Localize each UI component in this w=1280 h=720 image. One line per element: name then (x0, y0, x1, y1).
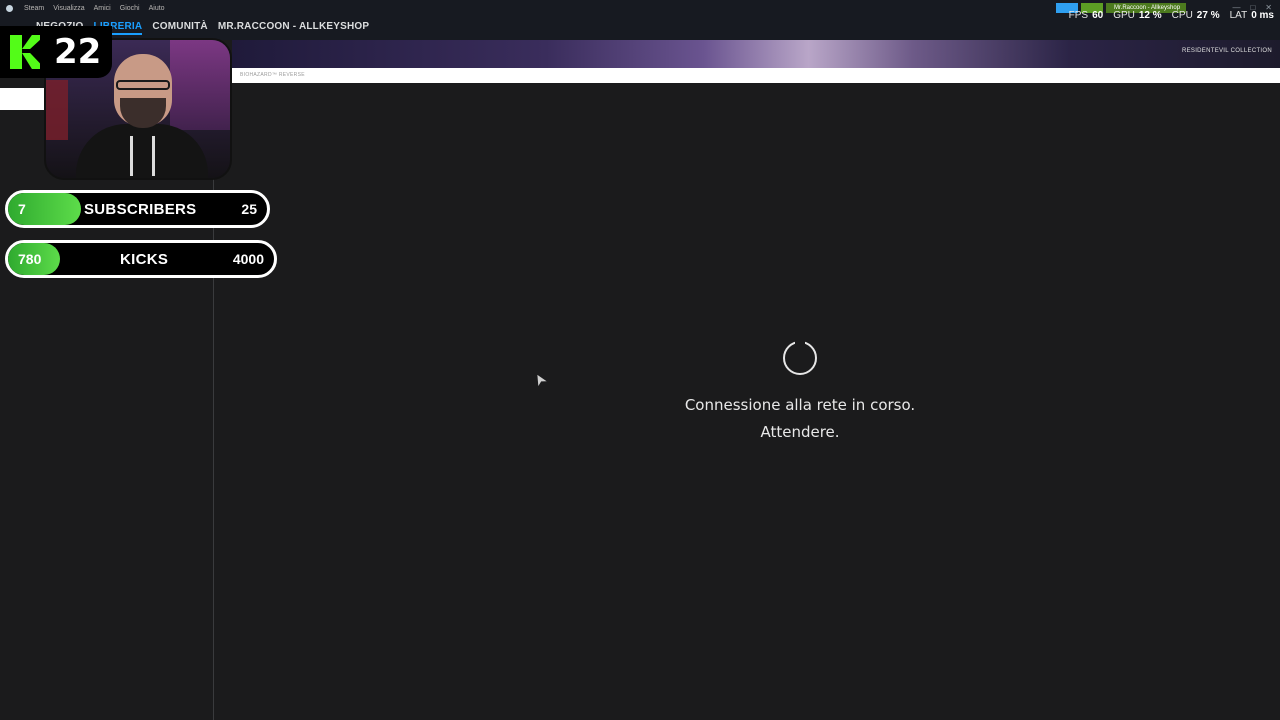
cam-backlight (170, 40, 230, 130)
kick-follower-badge: 22 (0, 26, 112, 78)
kicks-target: 4000 (232, 251, 264, 267)
game-subbar: BIOHAZARD™ REVERSE (232, 68, 1280, 83)
tab-community[interactable]: COMUNITÀ (152, 21, 207, 35)
gpu-stat: GPU 12 % (1113, 10, 1162, 21)
loading-line-2: Attendere. (760, 423, 840, 441)
cam-chair (46, 80, 68, 140)
cpu-stat: CPU 27 % (1171, 10, 1220, 21)
loading-line-1: Connessione alla rete in corso. (684, 396, 916, 414)
fps-stat: FPS 60 (1068, 10, 1104, 21)
menu-friends[interactable]: Amici (94, 5, 111, 12)
library-search-box[interactable] (0, 88, 44, 110)
menu-view[interactable]: Visualizza (53, 5, 84, 12)
steam-window: Steam Visualizza Amici Giochi Aiuto Mr.R… (0, 0, 1280, 720)
cam-hoodie (76, 124, 208, 178)
game-subtitle: BIOHAZARD™ REVERSE (240, 72, 305, 78)
subscribers-goal-bar: 7 SUBSCRIBERS 25 (5, 190, 270, 228)
subscribers-label: SUBSCRIBERS (84, 200, 197, 218)
steam-icon (6, 4, 13, 12)
cam-cord (130, 136, 133, 176)
follower-count: 22 (54, 32, 102, 72)
menu-steam[interactable]: Steam (24, 5, 44, 12)
lat-stat: LAT 0 ms (1229, 10, 1274, 21)
perf-overlay: FPS 60 GPU 12 % CPU 27 % LAT 0 ms (1069, 10, 1274, 21)
cam-glasses (116, 80, 170, 90)
kicks-label: KICKS (120, 250, 169, 268)
kicks-goal-bar: 780 KICKS 4000 (5, 240, 277, 278)
game-banner[interactable]: RESIDENTEVIL COLLECTION (232, 40, 1280, 68)
subscribers-target: 25 (241, 201, 257, 217)
mouse-cursor-icon: ➤ (529, 369, 551, 390)
loading-spinner-icon (783, 340, 817, 375)
menu-help[interactable]: Aiuto (149, 5, 165, 12)
kick-logo-icon (8, 33, 44, 71)
cam-cord (152, 136, 155, 176)
collection-label[interactable]: RESIDENTEVIL COLLECTION (1182, 48, 1272, 54)
menu-games[interactable]: Giochi (120, 5, 140, 12)
loading-message: Connessione alla rete in corso. Attender… (600, 392, 1000, 446)
kicks-current: 780 (18, 251, 42, 267)
tab-profile[interactable]: MR.RACCOON - ALLKEYSHOP (218, 21, 369, 35)
subscribers-current: 7 (18, 201, 26, 217)
